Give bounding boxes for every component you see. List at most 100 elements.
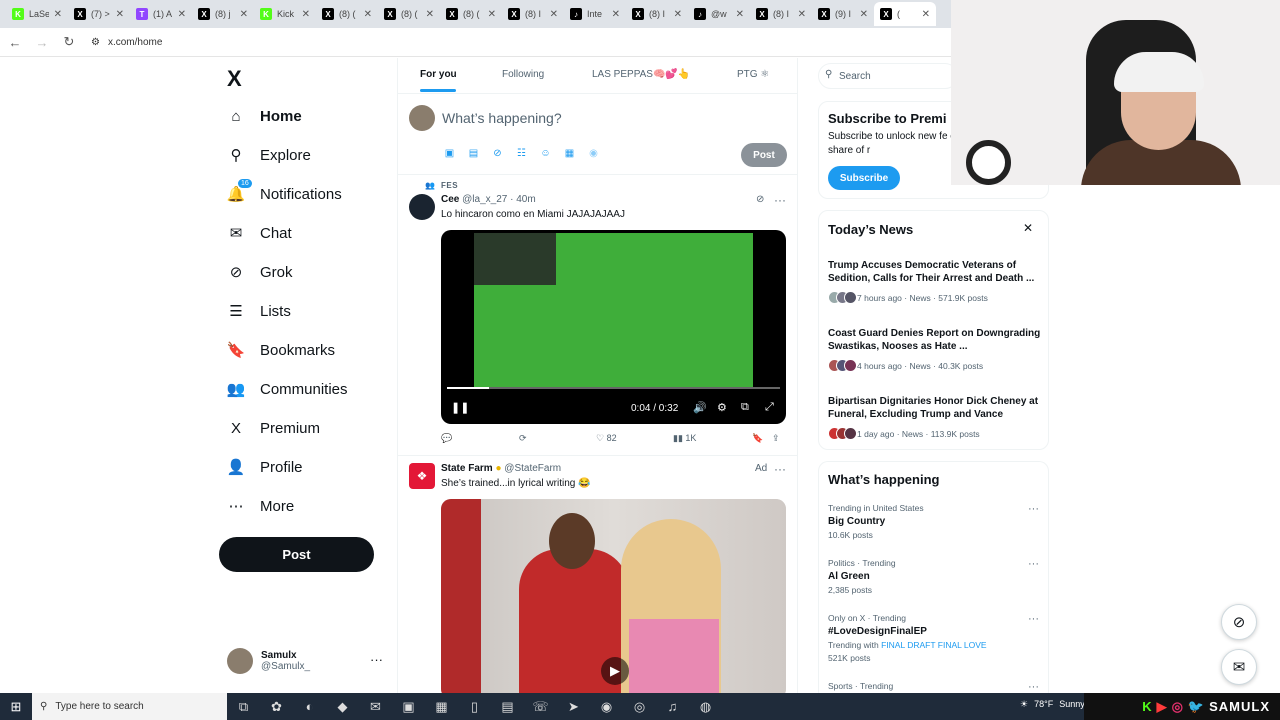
messages-icon[interactable]: ✉ bbox=[1221, 649, 1257, 685]
nav-item-notifications[interactable]: 🔔 16 Notifications bbox=[226, 179, 342, 207]
nav-item-bookmarks[interactable]: 🔖 Bookmarks bbox=[226, 337, 335, 363]
play-icon[interactable]: ▶ bbox=[601, 657, 629, 685]
browser-tab[interactable]: K LaSe ✕ bbox=[6, 2, 68, 26]
app-icon[interactable]: ▦ bbox=[425, 699, 458, 715]
browser-tab[interactable]: X (8) I ✕ bbox=[626, 2, 688, 26]
nav-item-profile[interactable]: 👤 Profile bbox=[226, 454, 303, 480]
nav-item-home[interactable]: ⌂ Home bbox=[226, 103, 301, 129]
gif-icon[interactable]: ▤ bbox=[466, 148, 481, 162]
close-icon[interactable]: ✕ bbox=[674, 9, 682, 20]
telegram-icon[interactable]: ➤ bbox=[557, 699, 590, 715]
trending-with-link[interactable]: FINAL DRAFT FINAL LOVE bbox=[881, 640, 987, 650]
nav-item-chat[interactable]: ✉ Chat bbox=[226, 220, 292, 246]
ad-video[interactable]: ▶ bbox=[441, 499, 786, 693]
close-icon[interactable]: ✕ bbox=[798, 9, 806, 20]
state-farm-logo-icon[interactable]: ❖ bbox=[409, 463, 435, 489]
reply-icon[interactable]: 💬 bbox=[441, 433, 452, 444]
tweet-author-name[interactable]: State Farm bbox=[441, 463, 493, 474]
search-input[interactable]: ⚲ Search bbox=[818, 63, 958, 89]
close-icon[interactable]: ✕ bbox=[426, 9, 434, 20]
spotify-icon[interactable]: ♫ bbox=[656, 699, 689, 714]
browser-tab[interactable]: X (7) > ✕ bbox=[68, 2, 130, 26]
like-button[interactable]: ♡ 82 bbox=[596, 433, 617, 444]
app-icon[interactable]: ◆ bbox=[326, 699, 359, 715]
task-view-icon[interactable]: ⧉ bbox=[227, 699, 260, 715]
bookmark-icon[interactable]: 🔖 bbox=[752, 433, 763, 444]
app-icon[interactable]: ✿ bbox=[260, 699, 293, 715]
grok-icon[interactable]: ⊘ bbox=[756, 194, 764, 205]
tweet-author-handle[interactable]: @la_x_27 bbox=[462, 194, 507, 205]
compose-input[interactable]: What’s happening? bbox=[442, 110, 562, 126]
url-field[interactable]: x.com/home bbox=[108, 37, 162, 48]
more-icon[interactable]: ··· bbox=[774, 462, 786, 476]
browser-tab[interactable]: X (8) (✕ bbox=[378, 2, 440, 26]
browser-tab[interactable]: X (✕ bbox=[874, 2, 936, 26]
chrome-icon[interactable]: ◍ bbox=[689, 699, 722, 715]
trend-item[interactable]: Politics · Trending Al Green 2,385 posts… bbox=[828, 558, 1042, 595]
more-icon[interactable]: ··· bbox=[774, 193, 786, 207]
video-player[interactable]: ❚❚ 0:04 / 0:32 🔊 ⚙ ⧉ ⤢ bbox=[441, 230, 786, 424]
emoji-icon[interactable]: ☺ bbox=[538, 148, 553, 162]
close-icon[interactable]: ✕ bbox=[488, 9, 496, 20]
browser-tab[interactable]: K Kick ✕ bbox=[254, 2, 316, 26]
browser-tab[interactable]: X (9) I ✕ bbox=[812, 2, 874, 26]
edge-icon[interactable]: ◐ bbox=[293, 699, 326, 714]
pause-icon[interactable]: ❚❚ bbox=[451, 401, 469, 414]
share-icon[interactable]: ⇪ bbox=[772, 433, 780, 444]
x-logo-icon[interactable]: X bbox=[227, 66, 242, 92]
reload-icon[interactable]: ↻ bbox=[57, 34, 81, 50]
news-item[interactable]: Trump Accuses Democratic Veterans of Sed… bbox=[828, 259, 1042, 304]
avatar[interactable] bbox=[409, 194, 435, 220]
app-icon[interactable]: ▣ bbox=[392, 699, 425, 715]
views-button[interactable]: ▮▮ 1K bbox=[673, 433, 696, 444]
site-info-icon[interactable]: ⚙ bbox=[91, 37, 100, 48]
browser-tab[interactable]: ♪ @w ✕ bbox=[688, 2, 750, 26]
close-icon[interactable]: ✕ bbox=[240, 9, 248, 20]
browser-tab[interactable]: X (8) j ✕ bbox=[192, 2, 254, 26]
close-icon[interactable]: ✕ bbox=[736, 9, 744, 20]
whatsapp-icon[interactable]: ☏ bbox=[524, 699, 557, 715]
close-icon[interactable]: ✕ bbox=[1023, 221, 1033, 235]
browser-tab[interactable]: X (8) I ✕ bbox=[750, 2, 812, 26]
post-button[interactable]: Post bbox=[219, 537, 374, 572]
obs-icon[interactable]: ◎ bbox=[623, 699, 656, 715]
nav-item-more[interactable]: ⋯ More bbox=[226, 493, 295, 519]
back-icon[interactable]: ← bbox=[3, 35, 27, 50]
subscribe-button[interactable]: Subscribe bbox=[828, 166, 900, 190]
nav-item-explore[interactable]: ⚲ Explore bbox=[226, 142, 311, 168]
tweet-author-name[interactable]: Cee bbox=[441, 194, 459, 205]
tab-for-you[interactable]: For you bbox=[420, 69, 457, 80]
browser-tab[interactable]: T (1) A ✕ bbox=[130, 2, 192, 26]
more-icon[interactable]: ··· bbox=[1028, 558, 1039, 570]
browser-tab[interactable]: X (8) (✕ bbox=[440, 2, 502, 26]
nav-item-grok[interactable]: ⊘ Grok bbox=[226, 259, 293, 285]
more-icon[interactable]: ··· bbox=[1028, 681, 1039, 693]
trend-item[interactable]: Trending in United States Big Country 10… bbox=[828, 503, 1042, 540]
pip-icon[interactable]: ⧉ bbox=[741, 401, 749, 414]
windows-start-icon[interactable]: ⊞ bbox=[0, 699, 32, 715]
news-item[interactable]: Coast Guard Denies Report on Downgrading… bbox=[828, 327, 1042, 372]
browser-tab[interactable]: X (8) (✕ bbox=[316, 2, 378, 26]
account-switcher[interactable]: Samulx @Samulx_ ··· bbox=[227, 648, 383, 674]
nav-item-communities[interactable]: 👥 Communities bbox=[226, 376, 348, 402]
repost-icon[interactable]: ⟳ bbox=[519, 433, 527, 444]
tab-following[interactable]: Following bbox=[502, 69, 544, 80]
close-icon[interactable]: ✕ bbox=[612, 9, 620, 20]
tab-las-peppas[interactable]: LAS PEPPAS🧠💕👆 bbox=[592, 69, 690, 80]
image-icon[interactable]: ▣ bbox=[442, 148, 457, 162]
settings-icon[interactable]: ⚙ bbox=[717, 401, 727, 414]
news-item[interactable]: Bipartisan Dignitaries Honor Dick Cheney… bbox=[828, 395, 1042, 440]
fullscreen-icon[interactable]: ⤢ bbox=[765, 401, 774, 414]
close-icon[interactable]: ✕ bbox=[550, 9, 558, 20]
grok-icon[interactable]: ⊘ bbox=[490, 148, 505, 162]
file-icon[interactable]: ▯ bbox=[458, 699, 491, 715]
grok-icon[interactable]: ⊘ bbox=[1221, 604, 1257, 640]
more-icon[interactable]: ··· bbox=[1028, 503, 1039, 515]
outlook-icon[interactable]: ✉ bbox=[359, 699, 392, 715]
location-icon[interactable]: ◉ bbox=[586, 148, 601, 162]
tweet-time[interactable]: · 40m bbox=[510, 194, 536, 205]
discord-icon[interactable]: ◉ bbox=[590, 699, 623, 715]
schedule-icon[interactable]: ▦ bbox=[562, 148, 577, 162]
close-icon[interactable]: ✕ bbox=[178, 9, 186, 20]
close-icon[interactable]: ✕ bbox=[302, 9, 310, 20]
